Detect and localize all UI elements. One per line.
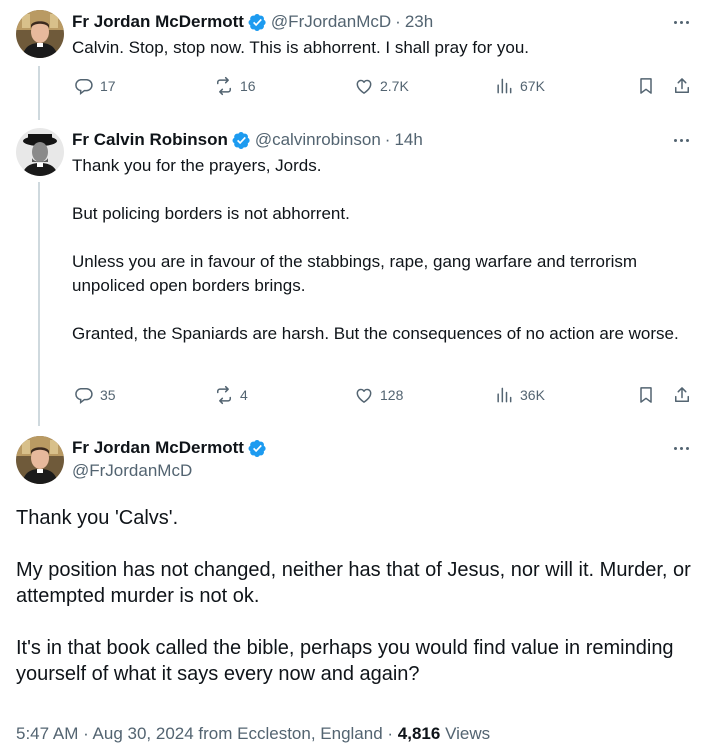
action-bar: 35 4 128 36K bbox=[72, 385, 694, 409]
share-button[interactable] bbox=[672, 385, 692, 405]
like-button[interactable]: 128 bbox=[354, 385, 403, 405]
avatar[interactable] bbox=[16, 128, 64, 176]
separator: · bbox=[384, 130, 391, 149]
reply-tweet[interactable]: Fr Calvin Robinson @calvinrobinson · 14h… bbox=[0, 128, 710, 418]
tweet-header: Fr Calvin Robinson @calvinrobinson · 14h bbox=[72, 128, 423, 152]
tweet-text: Thank you 'Calvs'. My position has not c… bbox=[16, 505, 694, 687]
reply-button[interactable]: 35 bbox=[74, 385, 116, 405]
author-handle[interactable]: @FrJordanMcD bbox=[271, 12, 391, 32]
like-button[interactable]: 2.7K bbox=[354, 76, 409, 96]
like-count: 128 bbox=[380, 387, 404, 403]
views-label: Views bbox=[445, 724, 491, 743]
bookmark-icon bbox=[636, 76, 656, 96]
reply-count: 35 bbox=[100, 387, 116, 403]
tweet-text: Calvin. Stop, stop now. This is abhorren… bbox=[72, 38, 530, 57]
share-icon bbox=[672, 76, 692, 96]
like-icon bbox=[354, 385, 374, 405]
author-name[interactable]: Fr Jordan McDermott bbox=[72, 438, 244, 458]
repost-count: 4 bbox=[240, 387, 248, 403]
tweet-paragraph: Granted, the Spaniards are harsh. But th… bbox=[72, 324, 679, 343]
tweet-meta: 5:47 AM · Aug 30, 2024 from Eccleston, E… bbox=[16, 724, 490, 744]
bookmark-button[interactable] bbox=[636, 385, 656, 405]
author-handle[interactable]: @calvinrobinson bbox=[255, 130, 381, 150]
reply-icon bbox=[74, 76, 94, 96]
tweet-paragraph: My position has not changed, neither has… bbox=[16, 559, 691, 607]
views-button[interactable]: 36K bbox=[494, 385, 545, 405]
tweet-timestamp[interactable]: 5:47 AM · Aug 30, 2024 from Eccleston, E… bbox=[16, 724, 393, 743]
separator: · bbox=[395, 12, 401, 31]
reply-tweet[interactable]: Fr Jordan McDermott @FrJordanMcD · 23h C… bbox=[0, 10, 710, 120]
verified-badge-icon bbox=[248, 439, 267, 458]
share-button[interactable] bbox=[672, 76, 692, 96]
tweet-paragraph: It's in that book called the bible, perh… bbox=[16, 637, 674, 685]
tweet-time[interactable]: 14h bbox=[394, 130, 422, 150]
repost-icon bbox=[214, 385, 234, 405]
like-icon bbox=[354, 76, 374, 96]
author-name[interactable]: Fr Calvin Robinson bbox=[72, 130, 228, 150]
tweet-paragraph: Thank you 'Calvs'. bbox=[16, 507, 179, 529]
bookmark-button[interactable] bbox=[636, 76, 656, 96]
repost-button[interactable]: 4 bbox=[214, 385, 248, 405]
main-tweet: Fr Jordan McDermott @FrJordanMcD Thank y… bbox=[0, 436, 710, 746]
views-count: 4,816 bbox=[397, 724, 441, 743]
tweet-paragraph: Thank you for the prayers, Jords. bbox=[72, 156, 322, 175]
tweet-paragraph: Unless you are in favour of the stabbing… bbox=[72, 252, 638, 295]
view-count: 36K bbox=[520, 387, 545, 403]
view-count: 67K bbox=[520, 78, 545, 94]
views-icon bbox=[494, 385, 514, 405]
more-icon[interactable] bbox=[672, 438, 692, 458]
repost-icon bbox=[214, 76, 234, 96]
more-icon[interactable] bbox=[672, 12, 692, 32]
author-name[interactable]: Fr Jordan McDermott bbox=[72, 12, 244, 32]
verified-badge-icon bbox=[232, 131, 251, 150]
reply-count: 17 bbox=[100, 78, 116, 94]
tweet-header: Fr Jordan McDermott @FrJordanMcD · 23h bbox=[72, 10, 433, 34]
tweet-text: Thank you for the prayers, Jords. But po… bbox=[72, 154, 690, 346]
reply-button[interactable]: 17 bbox=[74, 76, 116, 96]
verified-badge-icon bbox=[248, 13, 267, 32]
avatar[interactable] bbox=[16, 10, 64, 58]
tweet-paragraph: But policing borders is not abhorrent. bbox=[72, 204, 350, 223]
author-handle[interactable]: @FrJordanMcD bbox=[72, 461, 192, 481]
share-icon bbox=[672, 385, 692, 405]
repost-button[interactable]: 16 bbox=[214, 76, 256, 96]
tweet-time[interactable]: 23h bbox=[405, 12, 433, 32]
tweet-header: Fr Jordan McDermott bbox=[72, 436, 271, 460]
avatar[interactable] bbox=[16, 436, 64, 484]
action-bar: 17 16 2.7K 67K bbox=[72, 76, 694, 100]
reply-icon bbox=[74, 385, 94, 405]
bookmark-icon bbox=[636, 385, 656, 405]
views-icon bbox=[494, 76, 514, 96]
repost-count: 16 bbox=[240, 78, 256, 94]
like-count: 2.7K bbox=[380, 78, 409, 94]
more-icon[interactable] bbox=[672, 130, 692, 150]
views-button[interactable]: 67K bbox=[494, 76, 545, 96]
